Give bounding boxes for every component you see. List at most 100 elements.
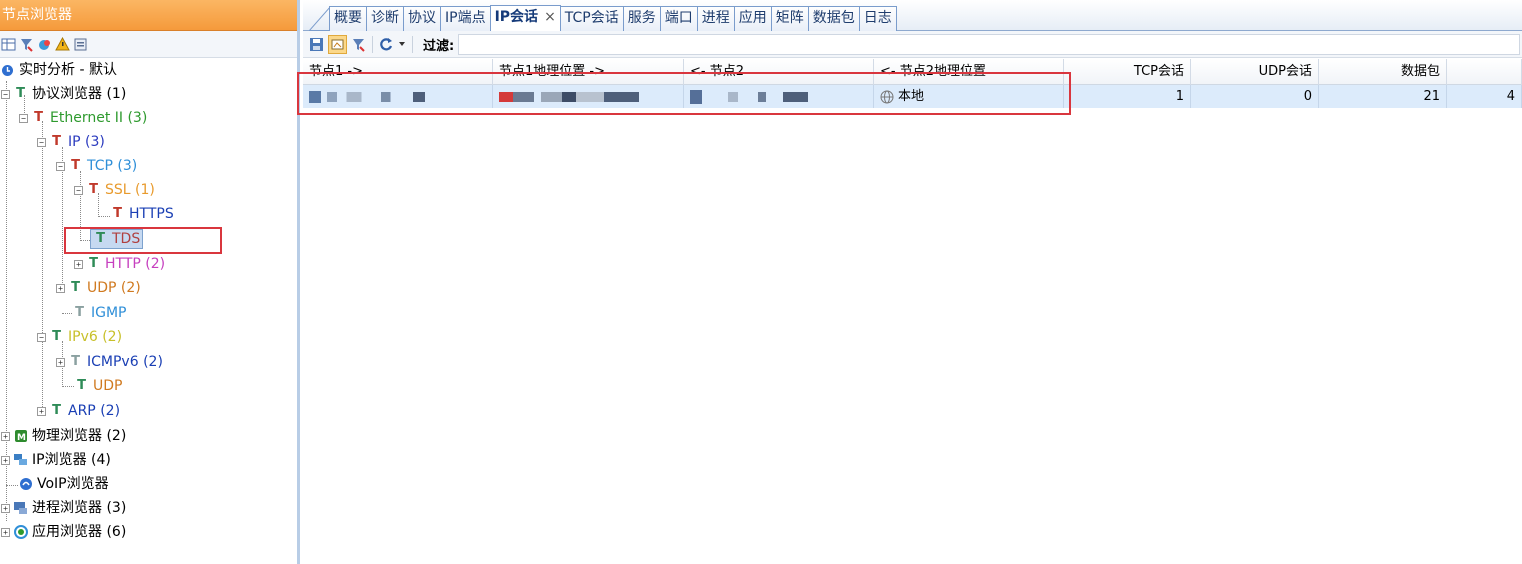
tab-applications[interactable]: 应用 xyxy=(733,6,772,31)
tree-item-protocol-browser[interactable]: − T 协议浏览器 (1) xyxy=(1,83,126,105)
filter-icon[interactable] xyxy=(351,37,366,52)
tree-item-udp[interactable]: + T UDP (2) xyxy=(56,277,141,299)
table-icon[interactable] xyxy=(1,37,16,52)
dropdown-icon[interactable] xyxy=(398,37,406,52)
tree-item-label: HTTP (2) xyxy=(105,256,166,272)
tree-item-udp-ipv6[interactable]: T UDP xyxy=(74,375,122,397)
protocol-icon: T xyxy=(89,182,98,197)
expand-toggle[interactable]: + xyxy=(56,357,65,367)
tab-diagnosis[interactable]: 诊断 xyxy=(366,6,404,31)
close-icon[interactable]: × xyxy=(544,9,556,25)
expand-toggle[interactable]: + xyxy=(74,259,83,269)
tab-label: 诊断 xyxy=(371,10,399,26)
protocol-icon: T xyxy=(71,280,80,295)
highlight-box-tds xyxy=(64,227,222,254)
col-udp-sessions[interactable]: UDP会话 xyxy=(1191,59,1319,85)
tree-item-label: IP浏览器 (4) xyxy=(32,452,111,468)
collapse-toggle[interactable]: − xyxy=(1,89,10,99)
process-icon xyxy=(13,501,28,516)
node-browser-title: 节点浏览器 xyxy=(0,0,297,31)
tab-overview[interactable]: 概要 xyxy=(329,6,367,31)
tree-item-label: ARP (2) xyxy=(68,403,121,419)
node-icon[interactable] xyxy=(328,34,347,54)
tab-packets[interactable]: 数据包 xyxy=(807,6,860,31)
tree-item-arp[interactable]: + T ARP (2) xyxy=(37,400,120,422)
tab-log[interactable]: 日志 xyxy=(858,6,897,31)
export-icon[interactable] xyxy=(73,37,88,52)
tree-item-label: TCP (3) xyxy=(87,158,138,174)
voip-icon xyxy=(18,477,33,492)
tree-item-label: UDP (2) xyxy=(87,280,141,296)
collapse-toggle[interactable]: − xyxy=(37,332,46,342)
expand-toggle[interactable]: + xyxy=(1,503,10,513)
tree-item-label: IPv6 (2) xyxy=(68,329,123,345)
toolbar-separator xyxy=(412,35,413,53)
collapse-toggle[interactable]: − xyxy=(56,161,65,171)
tree-item-http[interactable]: + T HTTP (2) xyxy=(74,253,165,275)
filter-label: 过滤: xyxy=(423,38,455,54)
collapse-toggle[interactable]: − xyxy=(19,113,28,123)
expand-toggle[interactable]: + xyxy=(56,283,65,293)
tree-item-realtime[interactable]: 实时分析 - 默认 xyxy=(0,59,117,81)
protocol-icon: T xyxy=(16,86,25,101)
save-icon[interactable] xyxy=(309,37,324,52)
protocol-icon: T xyxy=(52,329,61,344)
tab-ports[interactable]: 端口 xyxy=(659,6,698,31)
tab-label: 数据包 xyxy=(812,10,855,26)
filter-icon[interactable] xyxy=(19,37,34,52)
network-icon xyxy=(13,453,28,468)
tab-tcp-sessions[interactable]: TCP会话 xyxy=(559,6,624,31)
tree-item-label: 物理浏览器 (2) xyxy=(32,428,127,444)
tree-item-voip-browser[interactable]: VoIP浏览器 xyxy=(18,473,109,495)
collapse-toggle[interactable]: − xyxy=(74,185,83,195)
protocol-icon: T xyxy=(113,206,122,221)
refresh-icon[interactable] xyxy=(37,37,52,52)
tree-item-icmpv6[interactable]: + T ICMPv6 (2) xyxy=(56,351,163,373)
col-extra[interactable] xyxy=(1447,59,1522,85)
tree-item-ethernet[interactable]: − T Ethernet II (3) xyxy=(19,107,147,129)
tree-item-ssl[interactable]: − T SSL (1) xyxy=(74,179,155,201)
tree-item-label: IP (3) xyxy=(68,134,105,150)
tab-ip-endpoints[interactable]: IP端点 xyxy=(440,6,491,31)
expand-toggle[interactable]: + xyxy=(37,406,46,416)
tree-item-label: IGMP xyxy=(91,305,127,321)
tree-item-label: 实时分析 - 默认 xyxy=(19,62,117,78)
cell-extra: 4 xyxy=(1447,85,1522,108)
tab-label: IP端点 xyxy=(445,10,486,26)
tree-item-https[interactable]: T HTTPS xyxy=(110,203,174,225)
tree-item-ip-browser[interactable]: + IP浏览器 (4) xyxy=(1,449,111,471)
tree-item-ipv6[interactable]: − T IPv6 (2) xyxy=(37,326,122,348)
protocol-icon: T xyxy=(75,305,84,320)
cell-tcp-sessions: 1 xyxy=(1064,85,1191,108)
protocol-icon: T xyxy=(71,158,80,173)
tree-item-ip[interactable]: − T IP (3) xyxy=(37,131,105,153)
expand-toggle[interactable]: + xyxy=(1,527,10,537)
alert-icon[interactable] xyxy=(55,36,70,52)
tree-item-physical-browser[interactable]: + M 物理浏览器 (2) xyxy=(1,425,126,447)
tree-item-app-browser[interactable]: + 应用浏览器 (6) xyxy=(1,521,126,543)
tab-protocol[interactable]: 协议 xyxy=(403,6,441,31)
tree-item-igmp[interactable]: T IGMP xyxy=(72,302,127,324)
expand-toggle[interactable]: + xyxy=(1,431,10,441)
node-browser-panel: 节点浏览器 实时分析 - 默认 − T 协议浏览器 (1) − T Ethern… xyxy=(0,0,300,564)
filter-input[interactable] xyxy=(458,33,1520,55)
tab-bar: 概要 诊断 协议 IP端点 IP会话 × TCP会话 服务 端口 进程 应用 矩阵… xyxy=(303,0,1522,32)
tree-item-process-browser[interactable]: + 进程浏览器 (3) xyxy=(1,497,126,519)
tree-item-label: UDP xyxy=(93,378,123,394)
collapse-toggle[interactable]: − xyxy=(37,137,46,147)
tab-label: 端口 xyxy=(664,10,693,26)
refresh-icon[interactable] xyxy=(379,37,394,52)
tree-item-label: 进程浏览器 (3) xyxy=(32,500,127,516)
col-packets[interactable]: 数据包 xyxy=(1319,59,1447,85)
tree-item-label: Ethernet II (3) xyxy=(50,110,148,126)
col-tcp-sessions[interactable]: TCP会话 xyxy=(1064,59,1191,85)
tab-matrix[interactable]: 矩阵 xyxy=(770,6,809,31)
tab-label: 概要 xyxy=(334,10,362,26)
tab-processes[interactable]: 进程 xyxy=(696,6,735,31)
tree-item-tcp[interactable]: − T TCP (3) xyxy=(56,155,137,177)
tab-services[interactable]: 服务 xyxy=(622,6,661,31)
node-browser-toolbar xyxy=(0,31,297,58)
expand-toggle[interactable]: + xyxy=(1,455,10,465)
tab-ip-sessions[interactable]: IP会话 × xyxy=(489,5,561,31)
protocol-icon: T xyxy=(52,403,61,418)
